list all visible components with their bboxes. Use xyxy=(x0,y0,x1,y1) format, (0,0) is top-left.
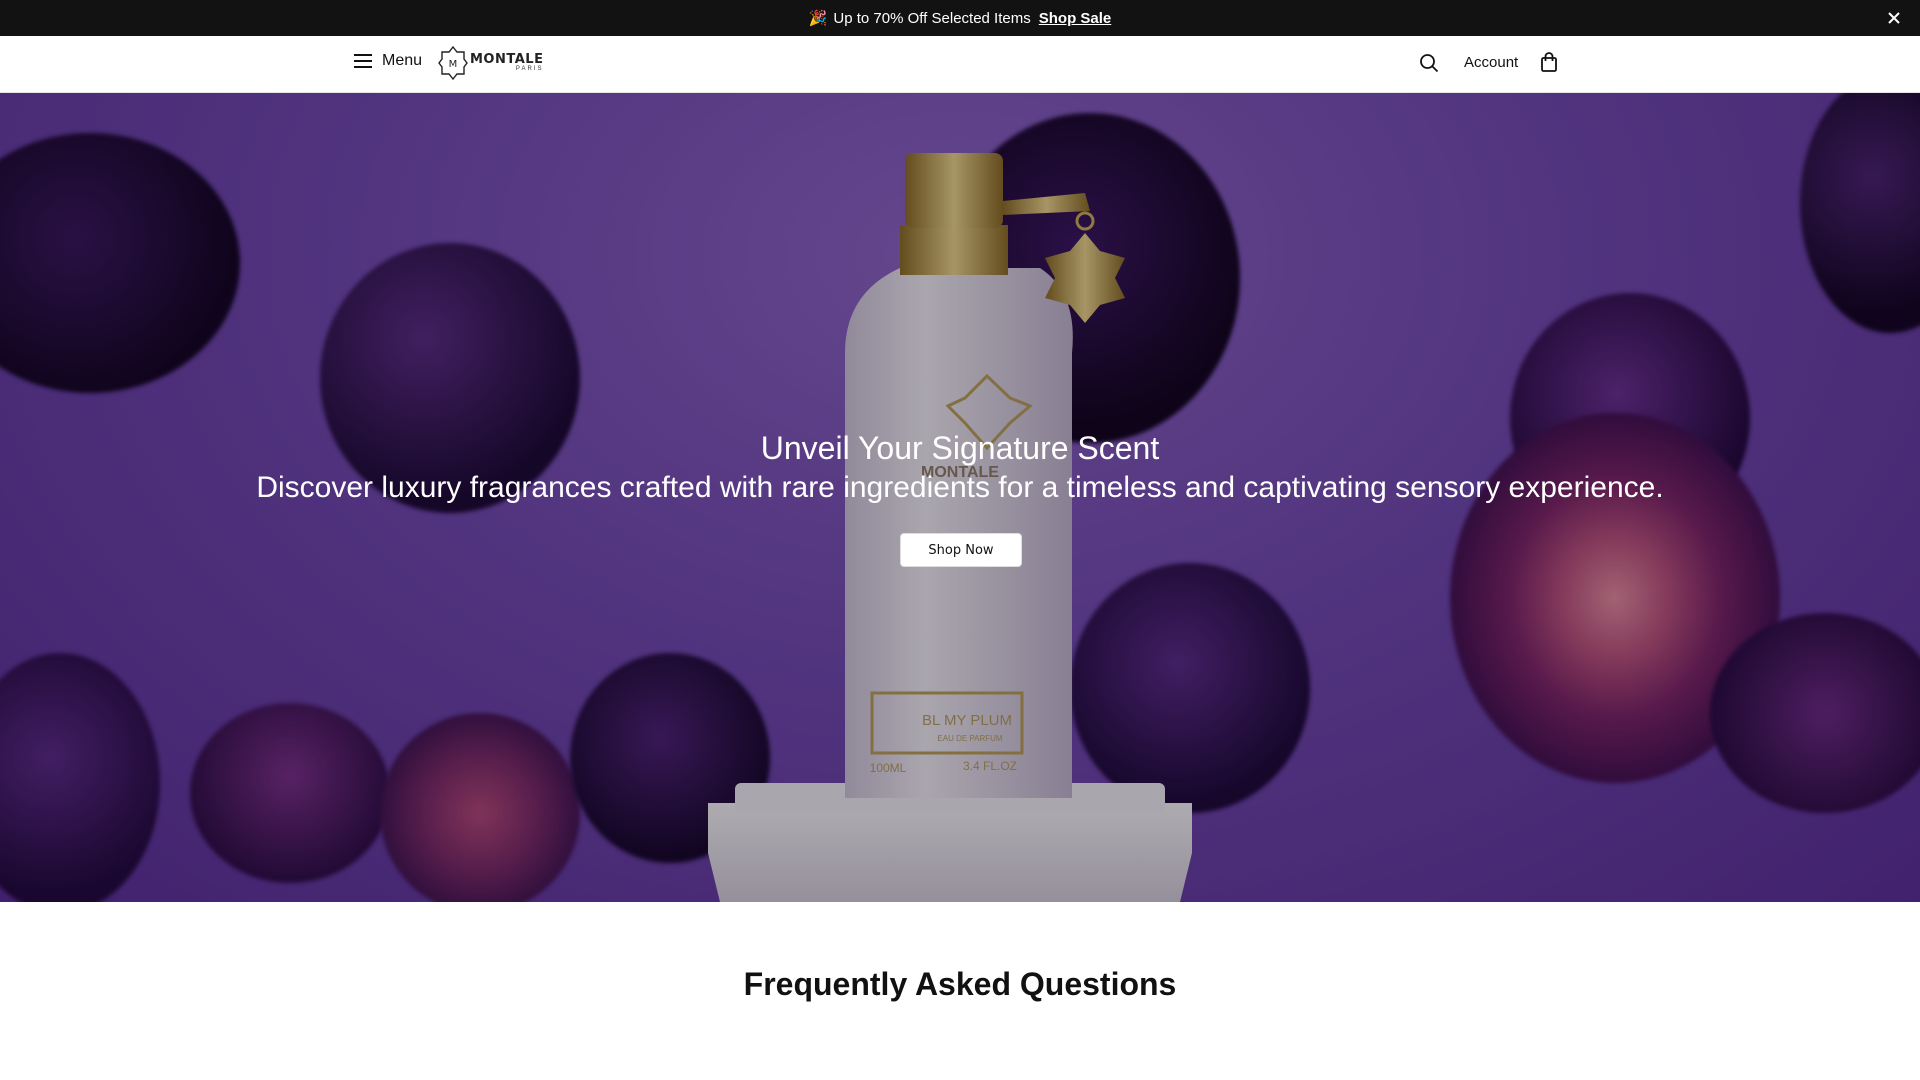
search-icon xyxy=(1420,54,1439,73)
hero-banner: BL MY PLUM EAU DE PARFUM 100ML 3.4 FL.OZ… xyxy=(0,93,1920,902)
faq-heading: Frequently Asked Questions xyxy=(743,966,1177,1002)
logo-brand-text: MONTALE xyxy=(470,52,544,67)
bag-icon xyxy=(1541,52,1557,72)
close-icon xyxy=(1888,12,1900,24)
announcement-text: Up to 70% Off Selected Items xyxy=(833,9,1031,27)
shop-now-button[interactable]: Shop Now xyxy=(900,533,1022,567)
close-announcement-button[interactable] xyxy=(1884,8,1904,28)
announcement-bar: 🎉 Up to 70% Off Selected Items Shop Sale xyxy=(0,0,1920,36)
shop-sale-link[interactable]: Shop Sale xyxy=(1039,10,1112,27)
logo-city-text: PARIS xyxy=(515,66,544,72)
montale-logo[interactable]: M MONTALE PARIS xyxy=(438,46,543,80)
party-emoji: 🎉 xyxy=(808,10,828,27)
account-link[interactable]: Account xyxy=(1464,54,1518,71)
menu-button[interactable]: Menu xyxy=(354,52,422,70)
hero-subtitle: Discover luxury fragrances crafted with … xyxy=(256,471,1664,504)
menu-label: Menu xyxy=(382,52,423,69)
search-button[interactable] xyxy=(1419,53,1441,75)
svg-text:M: M xyxy=(449,59,458,70)
site-header: Menu M MONTALE PARIS Account xyxy=(0,36,1920,93)
cart-button[interactable] xyxy=(1540,52,1560,74)
hamburger-icon xyxy=(354,54,372,68)
logo-emblem-icon: M xyxy=(438,46,468,80)
hero-text-block: Unveil Your Signature Scent Discover lux… xyxy=(0,428,1920,508)
hero-title: Unveil Your Signature Scent xyxy=(760,430,1160,466)
